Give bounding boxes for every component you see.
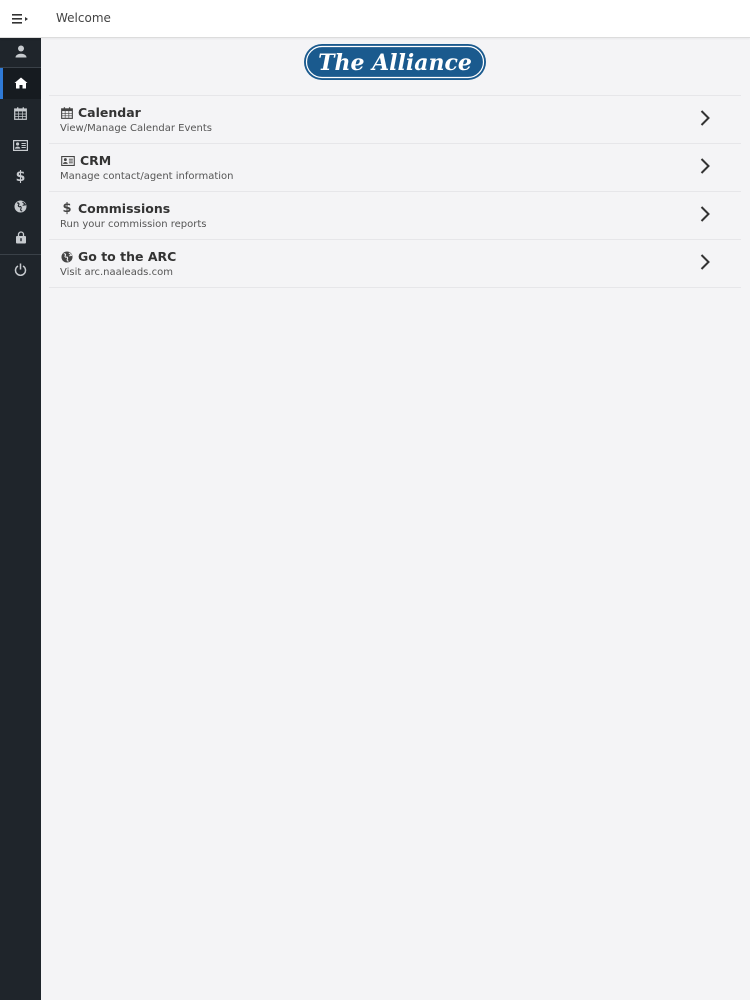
sidebar-item-calendar[interactable]	[0, 99, 41, 130]
menu-item-title: CRM	[80, 153, 112, 168]
sidebar-item-arc[interactable]	[0, 192, 41, 223]
contact-card-icon	[60, 154, 76, 168]
menu-item-calendar[interactable]: Calendar View/Manage Calendar Events	[49, 95, 741, 143]
menu-item-subtitle: View/Manage Calendar Events	[60, 123, 213, 134]
globe-icon	[14, 198, 27, 217]
briefcase-lock-icon	[15, 229, 27, 248]
calendar-icon	[14, 105, 27, 124]
home-icon	[14, 74, 28, 93]
dollar-icon: $	[62, 201, 72, 216]
svg-text:The Alliance: The Alliance	[318, 50, 472, 76]
menu-item-subtitle: Run your commission reports	[60, 219, 207, 230]
menu-item-subtitle: Visit arc.naaleads.com	[60, 267, 173, 278]
menu-item-crm[interactable]: CRM Manage contact/agent information	[49, 143, 741, 191]
chevron-right-icon	[700, 254, 710, 270]
power-icon	[14, 261, 27, 280]
sidebar-item-home[interactable]	[0, 68, 41, 99]
calendar-icon	[60, 106, 74, 120]
dollar-icon: $	[15, 168, 26, 185]
page-title: Welcome	[56, 11, 111, 25]
hamburger-menu-icon[interactable]	[0, 0, 42, 37]
menu-item-arc[interactable]: Go to the ARC Visit arc.naaleads.com	[49, 239, 741, 288]
globe-icon	[60, 250, 74, 264]
chevron-right-icon	[700, 158, 710, 174]
chevron-right-icon	[700, 110, 710, 126]
sidebar-item-commissions[interactable]: $	[0, 161, 41, 192]
sidebar: $	[0, 37, 41, 1000]
sidebar-item-crm[interactable]	[0, 130, 41, 161]
main-content: The Alliance Calendar View/Manage Calend…	[41, 37, 750, 1000]
menu-item-title: Go to the ARC	[78, 249, 177, 264]
alliance-logo: The Alliance	[303, 43, 487, 81]
chevron-right-icon	[700, 206, 710, 222]
menu-item-commissions[interactable]: $ Commissions Run your commission report…	[49, 191, 741, 239]
top-bar: Welcome	[0, 0, 750, 38]
menu-item-title: Commissions	[78, 201, 171, 216]
sidebar-item-profile[interactable]	[0, 37, 41, 67]
menu-list: Calendar View/Manage Calendar Events CRM…	[49, 95, 741, 288]
sidebar-item-logout[interactable]	[0, 255, 41, 286]
user-icon	[15, 43, 27, 62]
menu-item-title: Calendar	[78, 105, 141, 120]
sidebar-item-secure[interactable]	[0, 223, 41, 254]
menu-item-subtitle: Manage contact/agent information	[60, 171, 234, 182]
contact-card-icon	[13, 136, 29, 155]
